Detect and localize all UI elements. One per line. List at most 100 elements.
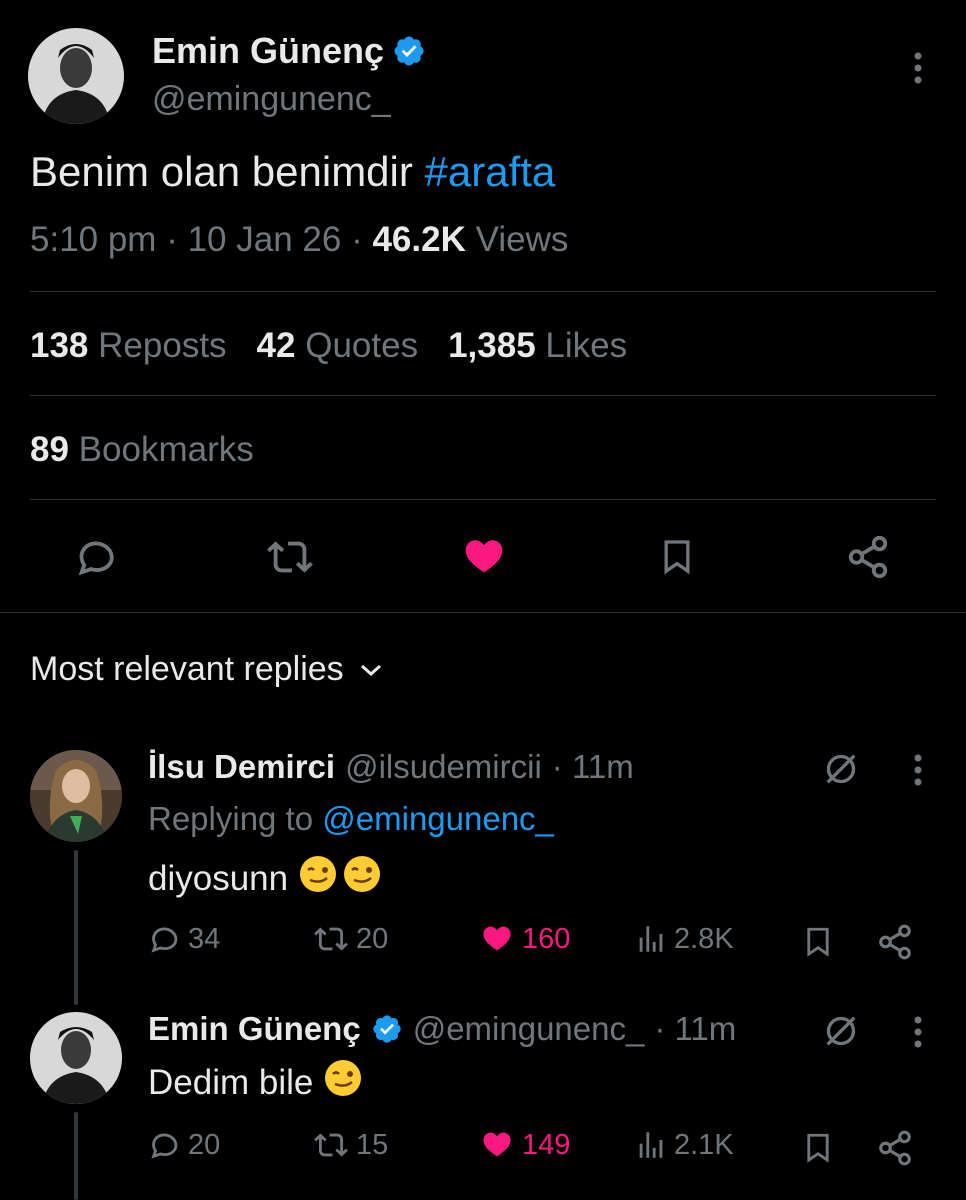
tweet-time[interactable]: 5:10 pm	[30, 220, 156, 259]
share-icon	[879, 1130, 911, 1166]
thread-line	[74, 1112, 78, 1200]
views-bar-icon	[639, 1132, 663, 1158]
bookmarks-label: Bookmarks	[78, 430, 254, 469]
like-count: 149	[522, 1128, 571, 1161]
heart-filled-icon	[465, 540, 503, 573]
more-options-icon[interactable]	[904, 48, 932, 88]
replying-handle-link[interactable]: @emingunenc_	[322, 800, 554, 837]
repost-action[interactable]: 20	[312, 922, 388, 956]
reply-body: diyosunn	[148, 858, 289, 898]
reply-count: 20	[188, 1128, 221, 1161]
quotes-stat[interactable]: 42 Quotes	[257, 326, 419, 366]
bookmarks-stat[interactable]: 89 Bookmarks	[30, 430, 254, 470]
repost-action[interactable]: 15	[312, 1128, 388, 1162]
reply-icon	[151, 927, 178, 953]
reply-author-name[interactable]: İlsu Demirci	[148, 748, 335, 786]
reply-text: Dedim bile	[148, 1058, 363, 1107]
divider	[0, 612, 966, 613]
divider	[30, 499, 936, 500]
reply-header: Emin Günenç @emingunenc_ · 11m	[148, 1010, 736, 1048]
tweet-date[interactable]: 10 Jan 26	[188, 220, 342, 259]
heart-filled-icon	[483, 926, 511, 951]
views-count: 2.8K	[674, 922, 734, 955]
replies-sort-dropdown[interactable]: Most relevant replies	[30, 650, 384, 689]
reply-author-name[interactable]: Emin Günenç	[148, 1010, 361, 1048]
share-button[interactable]	[842, 532, 894, 582]
share-icon	[879, 924, 911, 960]
wink-emoji-icon	[323, 1058, 363, 1107]
smirk-emoji-icon	[298, 854, 338, 903]
like-action[interactable]: 149	[478, 1128, 570, 1162]
like-action[interactable]: 160	[478, 922, 570, 956]
heart-filled-icon	[483, 1132, 511, 1157]
reply-count: 34	[188, 922, 221, 955]
verified-badge-icon	[392, 34, 426, 68]
more-options-icon[interactable]	[904, 1012, 932, 1052]
author-avatar[interactable]	[28, 28, 124, 124]
divider	[30, 291, 936, 292]
grok-icon[interactable]	[818, 1008, 864, 1054]
wink-emoji-icon	[342, 854, 382, 903]
like-button[interactable]	[458, 532, 510, 582]
repost-count: 15	[356, 1128, 389, 1161]
reply-avatar[interactable]	[30, 1012, 122, 1104]
more-options-icon[interactable]	[904, 750, 932, 790]
reposts-stat[interactable]: 138 Reposts	[30, 326, 227, 366]
reply-action[interactable]: 34	[148, 922, 220, 956]
reply-author-handle[interactable]: @ilsudemircii	[345, 748, 542, 786]
quotes-count: 42	[256, 326, 296, 365]
reply-icon	[78, 541, 114, 576]
likes-label: Likes	[545, 326, 628, 365]
share-action[interactable]	[874, 1128, 916, 1168]
bookmark-action[interactable]	[798, 922, 838, 962]
bookmark-icon	[807, 1133, 829, 1163]
reply-avatar[interactable]	[30, 750, 122, 842]
bookmark-icon	[664, 540, 690, 575]
bookmark-icon	[807, 927, 829, 957]
reply-body: Dedim bile	[148, 1062, 314, 1102]
bookmark-button[interactable]	[652, 532, 702, 582]
reply-action[interactable]: 20	[148, 1128, 220, 1162]
replying-to: Replying to @emingunenc_	[148, 800, 554, 838]
views-count: 46.2K	[372, 220, 466, 259]
reply-author-handle[interactable]: @emingunenc_	[413, 1010, 645, 1048]
divider	[30, 395, 936, 396]
views-action[interactable]: 2.1K	[634, 1128, 734, 1162]
tweet-text: Benim olan benimdir #arafta	[30, 148, 555, 196]
views-count: 2.1K	[674, 1128, 734, 1161]
meta-sep: ·	[351, 220, 373, 259]
reply-text: diyosunn	[148, 854, 382, 903]
views-action[interactable]: 2.8K	[634, 922, 734, 956]
meta-sep: ·	[166, 220, 188, 259]
reply-header: İlsu Demirci @ilsudemircii · 11m	[148, 748, 634, 786]
author-name[interactable]: Emin Günenç	[152, 30, 426, 72]
hashtag-link[interactable]: #arafta	[425, 148, 556, 195]
quotes-label: Quotes	[305, 326, 419, 365]
replies-sort-label: Most relevant replies	[30, 650, 344, 688]
likes-stat[interactable]: 1,385 Likes	[448, 326, 627, 366]
likes-count: 1,385	[448, 326, 536, 365]
thread-line	[74, 850, 78, 1005]
repost-icon	[314, 927, 348, 951]
share-icon	[848, 535, 888, 579]
repost-icon	[267, 541, 313, 573]
reposts-label: Reposts	[98, 326, 227, 365]
author-name-text: Emin Günenç	[152, 30, 385, 71]
repost-count: 20	[356, 922, 389, 955]
share-action[interactable]	[874, 922, 916, 962]
reply-icon	[151, 1133, 178, 1159]
reply-time[interactable]: · 11m	[654, 1010, 736, 1048]
reposts-count: 138	[30, 326, 89, 365]
like-count: 160	[522, 922, 571, 955]
chevron-down-icon	[360, 664, 381, 676]
repost-button[interactable]	[262, 532, 318, 582]
reply-button[interactable]	[72, 532, 122, 582]
author-handle[interactable]: @emingunenc_	[152, 80, 391, 119]
bookmark-action[interactable]	[798, 1128, 838, 1168]
grok-icon[interactable]	[818, 746, 864, 792]
repost-icon	[314, 1133, 348, 1157]
bookmarks-count: 89	[30, 430, 69, 469]
views-bar-icon	[639, 926, 663, 952]
reply-time[interactable]: · 11m	[552, 748, 634, 786]
stats-row: 138 Reposts 42 Quotes 1,385 Likes	[30, 326, 627, 366]
